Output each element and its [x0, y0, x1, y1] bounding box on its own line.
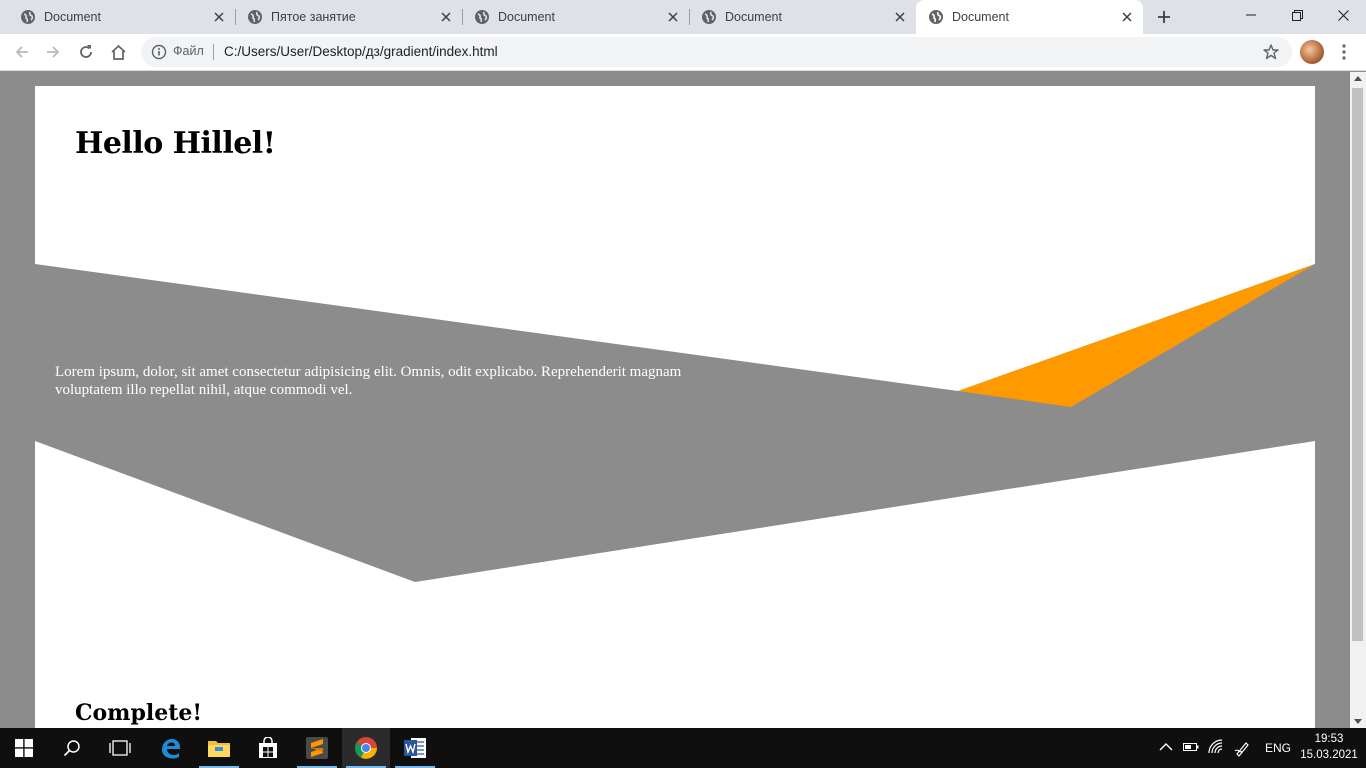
info-icon[interactable]	[151, 44, 167, 60]
browser-tab[interactable]: Document	[462, 0, 689, 34]
page-body: Hello Hillel! Lorem ipsum, dolor, sit am…	[35, 86, 1315, 728]
taskbar-edge[interactable]	[146, 728, 194, 768]
close-tab-icon[interactable]	[211, 9, 227, 25]
lorem-paragraph: Lorem ipsum, dolor, sit amet consectetur…	[55, 364, 682, 398]
windows-start-icon	[15, 739, 33, 757]
minimize-icon	[1246, 14, 1256, 16]
close-icon	[1337, 9, 1349, 21]
tab-title: Document	[725, 10, 782, 24]
globe-icon	[475, 10, 489, 24]
arrow-left-icon	[15, 46, 28, 58]
reload-icon	[80, 45, 92, 58]
clock-date: 15.03.2021	[1300, 749, 1358, 761]
minimize-button[interactable]	[1228, 0, 1274, 30]
home-button[interactable]	[105, 39, 131, 65]
browser-tab-active[interactable]: Document	[916, 0, 1143, 34]
wifi-icon[interactable]	[1208, 739, 1224, 755]
close-tab-icon[interactable]	[892, 9, 908, 25]
bookmark-star-icon[interactable]	[1262, 43, 1280, 61]
restore-button[interactable]	[1274, 0, 1320, 30]
clock-time: 19:53	[1314, 733, 1344, 745]
scroll-down-arrow-icon[interactable]	[1354, 719, 1362, 724]
address-divider	[213, 44, 214, 60]
tab-title: Пятое занятие	[271, 10, 356, 24]
arrow-right-icon	[47, 46, 60, 58]
globe-icon	[21, 10, 35, 24]
scroll-thumb[interactable]	[1352, 88, 1363, 641]
task-view-button[interactable]	[96, 728, 144, 768]
windows-taskbar: ENG 19:53 15.03.2021	[0, 728, 1366, 768]
search-icon	[63, 740, 80, 757]
tab-title: Document	[952, 10, 1009, 24]
browser-toolbar: Файл C:/Users/User/Desktop/дз/gradient/i…	[0, 34, 1366, 71]
close-tab-icon[interactable]	[665, 9, 681, 25]
start-button[interactable]	[0, 728, 48, 768]
close-window-button[interactable]	[1320, 0, 1366, 30]
vertical-scrollbar[interactable]	[1350, 72, 1366, 728]
tab-strip: Document Пятое занятие Document Document…	[0, 0, 1366, 34]
globe-icon	[248, 10, 262, 24]
battery-icon[interactable]	[1183, 741, 1199, 753]
taskbar-file-explorer[interactable]	[195, 728, 243, 768]
restore-icon	[1291, 9, 1303, 21]
address-bar[interactable]: Файл C:/Users/User/Desktop/дз/gradient/i…	[141, 37, 1292, 67]
system-clock[interactable]: 19:53 15.03.2021	[1298, 731, 1360, 763]
taskbar-chrome[interactable]	[342, 728, 390, 768]
reload-button[interactable]	[73, 39, 99, 65]
browser-tab[interactable]: Document	[0, 0, 235, 34]
footer-heading: Complete!	[75, 700, 203, 726]
edge-icon	[162, 739, 180, 759]
page-viewport: Hello Hillel! Lorem ipsum, dolor, sit am…	[0, 72, 1350, 728]
forward-button[interactable]	[40, 39, 66, 65]
scroll-up-arrow-icon[interactable]	[1354, 76, 1362, 81]
chrome-icon	[355, 737, 377, 759]
browser-tab[interactable]: Пятое занятие	[235, 0, 462, 34]
clipped-background-shapes	[35, 86, 1315, 728]
close-tab-icon[interactable]	[1119, 9, 1135, 25]
file-explorer-icon	[208, 741, 230, 757]
more-vert-icon	[1342, 44, 1346, 60]
browser-tab[interactable]: Document	[689, 0, 916, 34]
word-icon	[404, 738, 426, 758]
language-indicator[interactable]: ENG	[1265, 741, 1291, 755]
globe-icon	[929, 10, 943, 24]
taskbar-sublime-text[interactable]	[293, 728, 341, 768]
scheme-label: Файл	[173, 44, 204, 58]
profile-avatar[interactable]	[1300, 40, 1324, 64]
chevron-up-icon[interactable]	[1159, 742, 1173, 752]
store-icon	[259, 737, 277, 758]
task-view-icon	[109, 740, 131, 756]
home-icon	[110, 44, 126, 60]
globe-icon	[702, 10, 716, 24]
tab-title: Document	[498, 10, 555, 24]
taskbar-word[interactable]	[391, 728, 439, 768]
close-tab-icon[interactable]	[438, 9, 454, 25]
url-text[interactable]: C:/Users/User/Desktop/дз/gradient/index.…	[224, 44, 498, 59]
browser-menu-button[interactable]	[1334, 42, 1354, 62]
pen-ink-icon[interactable]	[1234, 739, 1252, 757]
taskbar-search-button[interactable]	[48, 728, 96, 768]
page-heading: Hello Hillel!	[75, 126, 276, 161]
new-tab-button[interactable]	[1154, 7, 1174, 27]
taskbar-store[interactable]	[244, 728, 292, 768]
tab-title: Document	[44, 10, 101, 24]
sublime-text-icon	[306, 737, 328, 759]
plus-icon	[1158, 11, 1170, 23]
back-button[interactable]	[9, 39, 35, 65]
